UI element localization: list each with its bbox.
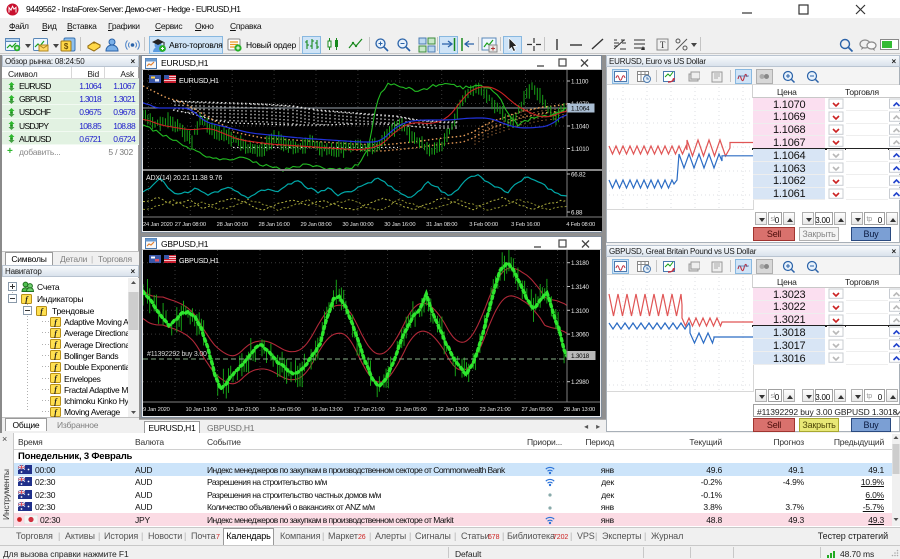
svg-text:1.1040: 1.1040	[571, 124, 589, 131]
svg-text:ADX(14) 20.21 11.38 9.76: ADX(14) 20.21 11.38 9.76	[146, 175, 222, 182]
svg-text:9 Jan 2020: 9 Jan 2020	[143, 407, 170, 413]
svg-text:1.2980: 1.2980	[571, 379, 589, 386]
svg-text:27 Jan 08:00: 27 Jan 08:00	[175, 222, 206, 228]
svg-text:16 Jan 13:00: 16 Jan 13:00	[311, 407, 342, 413]
svg-text:1.3180: 1.3180	[571, 260, 589, 267]
svg-text:EURUSD,H1: EURUSD,H1	[179, 76, 219, 85]
svg-text:4 Feb 08:00: 4 Feb 08:00	[566, 222, 595, 228]
svg-text:T: T	[660, 40, 666, 50]
svg-text:3 Feb 00:00: 3 Feb 00:00	[469, 222, 498, 228]
svg-text:1.3018: 1.3018	[571, 353, 590, 360]
svg-text:24 Jan 2020: 24 Jan 2020	[143, 222, 173, 228]
svg-text:1.3140: 1.3140	[571, 284, 589, 291]
svg-text:17 Jan 21:00: 17 Jan 21:00	[353, 407, 384, 413]
svg-text:15 Jan 05:00: 15 Jan 05:00	[269, 407, 300, 413]
svg-text:23 Jan 21:00: 23 Jan 21:00	[479, 407, 510, 413]
svg-text:28 Jan 13:00: 28 Jan 13:00	[564, 407, 595, 413]
svg-text:6.88: 6.88	[571, 210, 583, 217]
svg-text:21 Jan 05:00: 21 Jan 05:00	[395, 407, 426, 413]
svg-text:27 Jan 05:00: 27 Jan 05:00	[521, 407, 552, 413]
svg-text:1.1100: 1.1100	[571, 79, 589, 86]
svg-text:28 Jan 16:00: 28 Jan 16:00	[259, 222, 290, 228]
svg-text:29 Jan 08:00: 29 Jan 08:00	[300, 222, 331, 228]
svg-text:#11392292 buy 3.00: #11392292 buy 3.00	[147, 351, 207, 358]
svg-text:1.3060: 1.3060	[571, 332, 589, 339]
svg-text:13 Jan 21:00: 13 Jan 21:00	[227, 407, 258, 413]
svg-text:3 Feb 16:00: 3 Feb 16:00	[511, 222, 540, 228]
svg-text:30 Jan 00:00: 30 Jan 00:00	[342, 222, 373, 228]
svg-text:66.82: 66.82	[571, 172, 586, 179]
svg-text:28 Jan 00:00: 28 Jan 00:00	[217, 222, 248, 228]
svg-text:1.1010: 1.1010	[571, 146, 589, 153]
svg-text:10 Jan 13:00: 10 Jan 13:00	[185, 407, 216, 413]
svg-text:1.3100: 1.3100	[571, 308, 589, 315]
svg-text:1.1064: 1.1064	[571, 106, 590, 113]
svg-text:GBPUSD,H1: GBPUSD,H1	[179, 256, 219, 265]
svg-text:31 Jan 08:00: 31 Jan 08:00	[426, 222, 457, 228]
svg-text:30 Jan 16:00: 30 Jan 16:00	[384, 222, 415, 228]
svg-text:22 Jan 13:00: 22 Jan 13:00	[437, 407, 468, 413]
